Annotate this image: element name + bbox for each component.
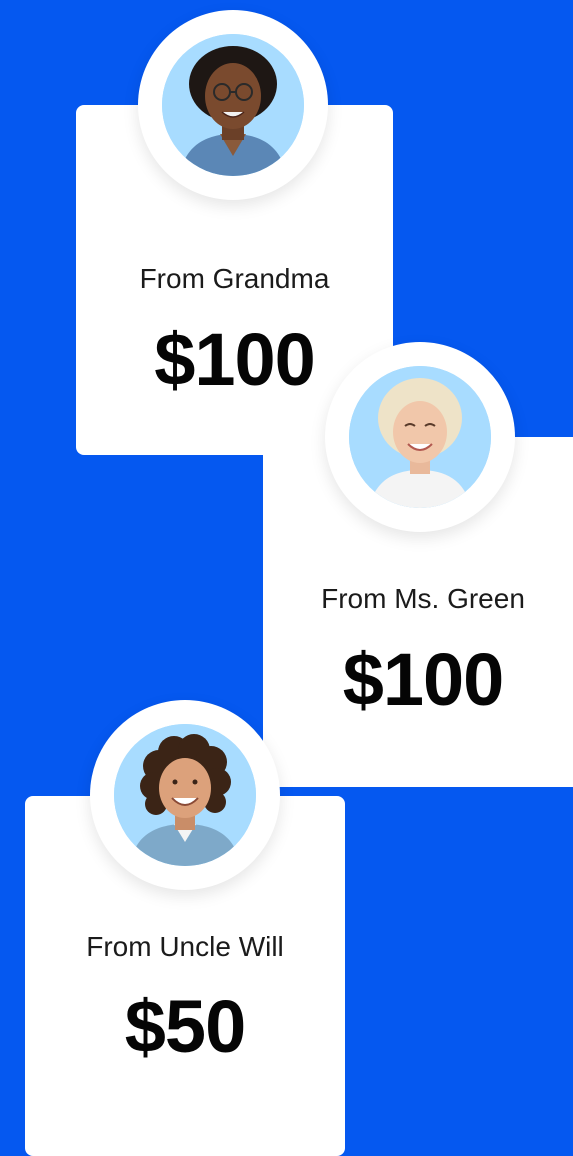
gift-sender-label: From Uncle Will bbox=[86, 931, 284, 962]
gift-amount: $100 bbox=[342, 638, 505, 721]
gift-sender-label: From Ms. Green bbox=[321, 583, 525, 614]
uncle-will-avatar-ring bbox=[90, 700, 280, 890]
gift-amount: $50 bbox=[124, 985, 246, 1068]
ms-green-avatar-icon bbox=[349, 366, 491, 508]
gift-sender-label: From Grandma bbox=[139, 263, 330, 294]
grandma-avatar-ring bbox=[138, 10, 328, 200]
uncle-will-avatar-icon bbox=[114, 724, 256, 866]
grandma-avatar-icon bbox=[162, 34, 304, 176]
ms-green-avatar-ring bbox=[325, 342, 515, 532]
